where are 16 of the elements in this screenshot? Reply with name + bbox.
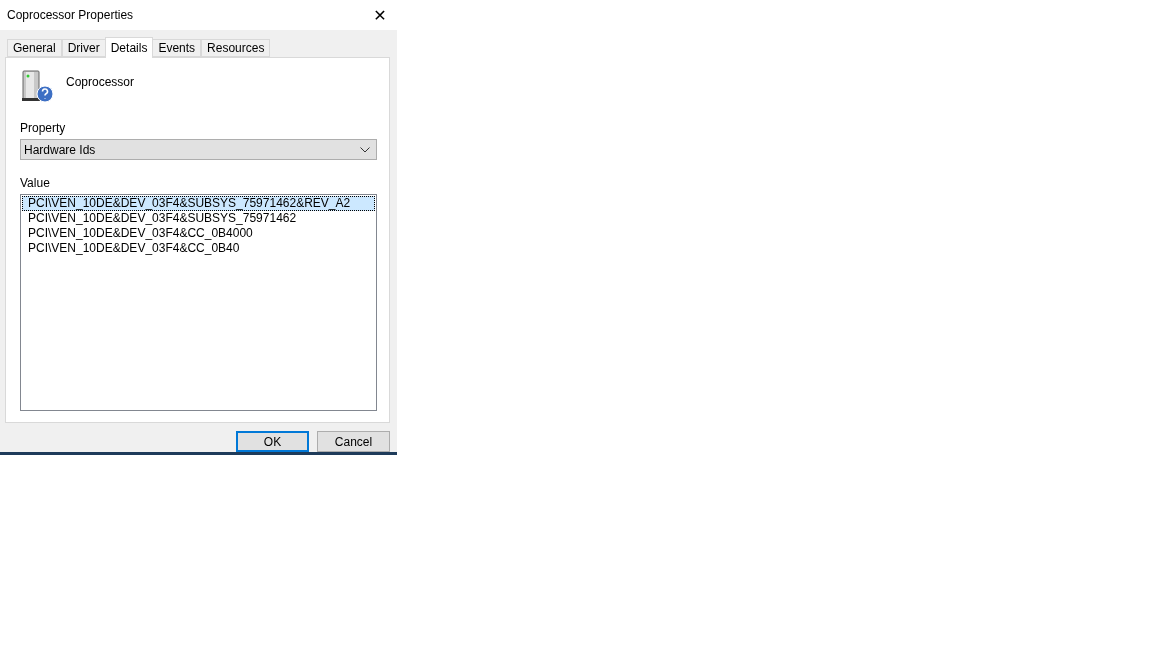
tab[interactable]: Events [152, 39, 202, 57]
device-name: Coprocessor [66, 75, 135, 89]
window-title: Coprocessor Properties [7, 8, 134, 22]
device-icon [20, 69, 54, 103]
property-label: Property [20, 121, 67, 135]
tab[interactable]: Details [104, 37, 154, 58]
tab[interactable]: Resources [201, 39, 271, 57]
dialog-button[interactable]: OK [236, 431, 309, 452]
close-button[interactable]: ✕ [365, 0, 395, 30]
dialog-button[interactable]: Cancel [317, 431, 390, 452]
chevron-down-icon [360, 146, 370, 153]
value-label: Value [20, 176, 51, 190]
tab[interactable]: Driver [61, 39, 106, 57]
property-dropdown[interactable]: Hardware Ids [20, 139, 377, 160]
tab[interactable]: General [7, 39, 62, 57]
list-item[interactable]: PCI\VEN_10DE&DEV_03F4&SUBSYS_75971462&REV_A2 [22, 196, 375, 211]
